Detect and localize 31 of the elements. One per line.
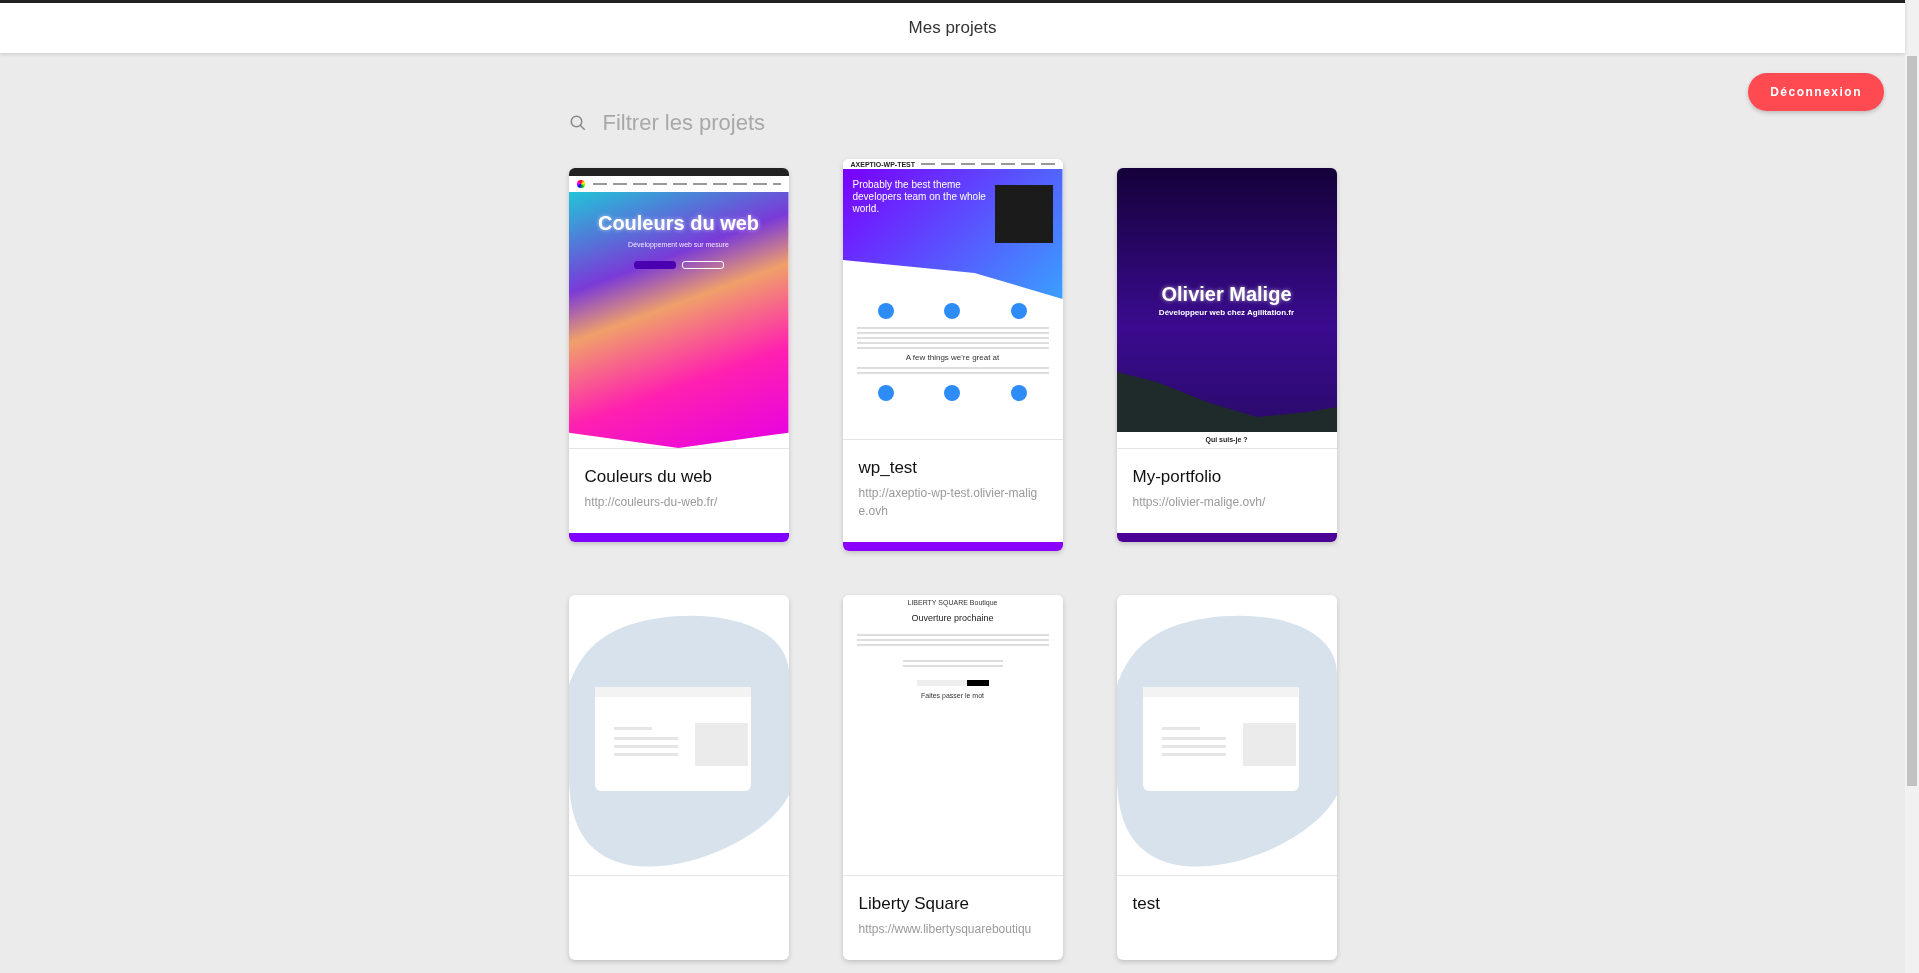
project-name: test — [1132, 894, 1161, 914]
screenshot-section-title: A few things we're great at — [904, 353, 1001, 363]
project-name: Liberty Square — [858, 894, 971, 914]
project-card[interactable] — [568, 595, 789, 960]
project-name: wp_test — [858, 458, 919, 478]
feature-icon — [877, 384, 894, 401]
page-title: Mes projets — [908, 18, 997, 38]
screenshot-headline: Olivier Malige — [1161, 282, 1292, 306]
logo-icon — [576, 180, 585, 188]
feature-icon — [944, 303, 961, 319]
search-icon — [568, 114, 587, 132]
feature-icon — [877, 303, 894, 319]
screenshot-headline: Ouverture prochaine — [911, 613, 994, 625]
project-url: https://olivier-malige.ovh/ — [1132, 494, 1267, 511]
mini-button — [681, 261, 724, 270]
screenshot-subtitle: Développeur web chez Agilitation.fr — [1158, 307, 1295, 318]
project-url: https://www.libertysquareboutiqu — [858, 921, 1033, 938]
photo-placeholder — [994, 185, 1053, 243]
feature-icon — [944, 384, 961, 401]
project-card[interactable]: test — [1116, 595, 1337, 960]
project-url: http://couleurs-du-web.fr/ — [584, 494, 719, 511]
scrollbar[interactable] — [1905, 0, 1919, 973]
screenshot-headline: Couleurs du web — [597, 212, 760, 235]
project-name: Couleurs du web — [584, 467, 714, 487]
project-name: My-portfolio — [1132, 467, 1223, 487]
screenshot-headline: Probably the best theme developers team on the whole world. — [852, 179, 987, 216]
feature-icon — [1011, 384, 1028, 401]
feature-icon — [1011, 303, 1028, 319]
mini-button — [633, 261, 676, 270]
project-url: http://axeptio-wp-test.olivier-malige.ovh — [858, 485, 1039, 520]
search-field[interactable]: Filtrer les projets — [600, 109, 905, 137]
